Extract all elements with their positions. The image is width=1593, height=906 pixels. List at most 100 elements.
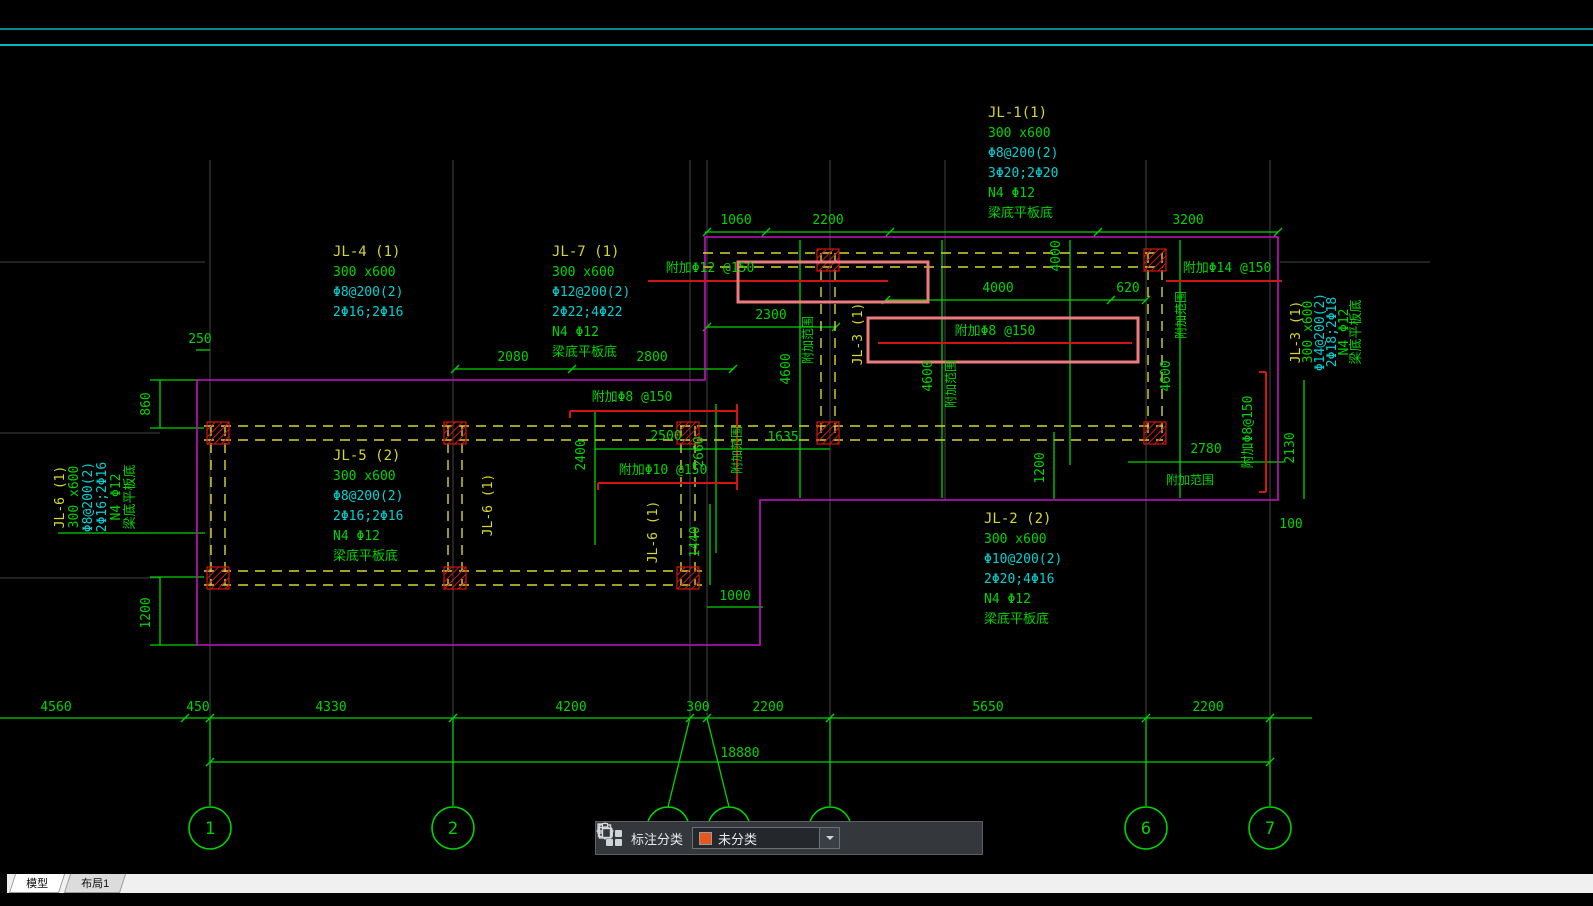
drawing-canvas[interactable]: JL-1(1)300 x600Φ8@200(2)3Φ20;2Φ20N4 Φ12梁… (0, 0, 1593, 906)
beam-schedule-line: JL-2 (2) (984, 511, 1051, 527)
paste-button[interactable] (598, 822, 972, 850)
beam-schedule-line: 2Φ16;2Φ16 (333, 305, 403, 320)
selection-highlights[interactable] (736, 260, 1140, 364)
chevron-down-icon (825, 836, 834, 844)
annotation-toolbar: 标注分类 未分类 (595, 821, 984, 855)
grid-bubble-number: 6 (1141, 819, 1151, 839)
beam-schedule-line: 2Φ20;4Φ16 (984, 572, 1054, 587)
tabbar-notch (0, 874, 7, 893)
dim-label: 4600 (1159, 360, 1174, 391)
beam-schedule-line: 300 x600 (333, 469, 396, 484)
beam-schedule-line: 300 x600 (67, 466, 82, 529)
beam-schedule-line: Φ8@200(2) (333, 489, 403, 504)
dim-label: 620 (1116, 281, 1139, 296)
dim-label: 1060 (720, 213, 751, 228)
dim-label: 18880 (720, 746, 759, 761)
beam-schedule-line: N4 Φ12 (333, 529, 380, 544)
dim-label: 4000 (982, 281, 1013, 296)
edit-annotation-button[interactable] (597, 826, 873, 850)
beam-label: JL-3 (1) (851, 303, 866, 366)
beam-schedule-line: JL-5 (2) (333, 448, 400, 464)
dim-label: 4200 (555, 700, 586, 715)
beam-schedule-line: Φ12@200(2) (552, 285, 630, 300)
added-rebar-note: 附加Φ8 @150 (592, 390, 673, 405)
beam-schedule-line: 300 x600 (552, 265, 615, 280)
dim-label: 250 (188, 332, 211, 347)
category-label: 标注分类 (631, 832, 684, 848)
tab-layout1-label: 布局1 (81, 878, 110, 890)
dim-label: 2400 (574, 439, 589, 470)
dim-label: 4600 (779, 353, 794, 384)
beam-schedule-line: 梁底平板底 (1348, 299, 1364, 364)
grid-bubble: 7 (1248, 806, 1292, 850)
dim-label: 1000 (719, 589, 750, 604)
beam-schedule-line: Φ8@200(2) (988, 146, 1058, 161)
beam-schedule-line: JL-7 (1) (552, 244, 619, 260)
dim-label: 1200 (1033, 452, 1048, 483)
beam-schedule-line: Φ10@200(2) (984, 552, 1062, 567)
category-color-swatch (699, 831, 713, 845)
category-dropdown[interactable]: 未分类 (692, 827, 841, 849)
range-note: 附加范围 (801, 316, 815, 364)
range-note: 附加范围 (1166, 473, 1214, 487)
dim-label: 300 (686, 700, 709, 715)
beam-schedule-line: 300 x600 (988, 126, 1051, 141)
beam-schedule-line: 2Φ16;2Φ16 (333, 509, 403, 524)
dim-label: 2780 (1190, 442, 1221, 457)
beam-label: JL-6 (1) (481, 474, 496, 537)
copy-button[interactable] (597, 823, 939, 850)
dim-label: 450 (186, 700, 209, 715)
range-note: 附加范围 (1174, 291, 1188, 339)
beam-label: JL-6 (1) (646, 501, 661, 564)
layout-tab-bar: 模型 布局1 (0, 874, 1593, 893)
beam-schedule-line: 梁底平板底 (988, 205, 1053, 221)
beam-schedule-line: 2Φ16;2Φ16 (95, 462, 110, 532)
dim-label: 4330 (315, 700, 346, 715)
dim-label: 2800 (636, 350, 667, 365)
dim-label: 1635 (767, 430, 798, 445)
grid-bubble: 2 (431, 806, 475, 850)
clipboard-icon (598, 822, 612, 839)
move-button[interactable] (596, 822, 906, 850)
dim-label: 2300 (755, 308, 786, 323)
beam-schedule-line: 梁底平板底 (984, 611, 1049, 627)
dim-label: 2200 (812, 213, 843, 228)
added-rebar-note: 附加Φ8@150 (1241, 396, 1256, 469)
dim-label: 2500 (650, 429, 681, 444)
dim-label: 4560 (40, 700, 71, 715)
dim-label: 2200 (1192, 700, 1223, 715)
beam-schedule-line: Φ8@200(2) (81, 462, 96, 532)
tab-layout1[interactable]: 布局1 (63, 874, 127, 893)
range-note: 附加范围 (730, 426, 744, 474)
beam-schedule-line: 300 x600 (333, 265, 396, 280)
category-dropdown-value: 未分类 (718, 832, 758, 848)
beam-schedule-line: 3Φ20;2Φ20 (988, 166, 1058, 181)
added-rebar-note: 附加Φ14 @150 (1183, 261, 1272, 276)
dim-label: 2660 (692, 436, 707, 467)
dim-label: 1440 (688, 526, 703, 557)
grid-bubble-number: 1 (205, 819, 215, 839)
dim-label: 2200 (752, 700, 783, 715)
beam-schedule-line: N4 Φ12 (988, 186, 1035, 201)
beam-schedule-line: JL-4 (1) (333, 244, 400, 260)
dim-label: 860 (139, 392, 154, 415)
dim-label: 5650 (972, 700, 1003, 715)
added-rebar-note: 附加Φ8 @150 (955, 324, 1036, 339)
range-note: 附加范围 (944, 360, 958, 408)
dropdown-arrow-button[interactable] (819, 828, 840, 848)
grid-bubble: 6 (1124, 806, 1168, 850)
beam-schedule-line: 梁底平板底 (122, 464, 138, 529)
grid-bubble: 1 (188, 806, 232, 850)
dim-label: 4000 (1049, 240, 1064, 271)
beam-schedule-line: JL-1(1) (988, 105, 1047, 121)
beam-schedule-line: Φ8@200(2) (333, 285, 403, 300)
dim-label: 4600 (921, 360, 936, 391)
grid-bubble-number: 2 (448, 819, 458, 839)
beam-schedule-line: 梁底平板底 (552, 344, 617, 360)
cad-viewport: JL-1(1) 300 x600 Φ8@200(2) 3Φ20;2Φ20 N4 Φ12 梁… (0, 0, 1593, 906)
beam-schedule-line: N4 Φ12 (984, 592, 1031, 607)
dim-label: 1200 (139, 597, 154, 628)
added-rebar-note: 附加Φ12 @150 (666, 261, 755, 276)
beam-schedule-line: N4 Φ12 (109, 474, 124, 521)
tab-model[interactable]: 模型 (8, 874, 66, 893)
